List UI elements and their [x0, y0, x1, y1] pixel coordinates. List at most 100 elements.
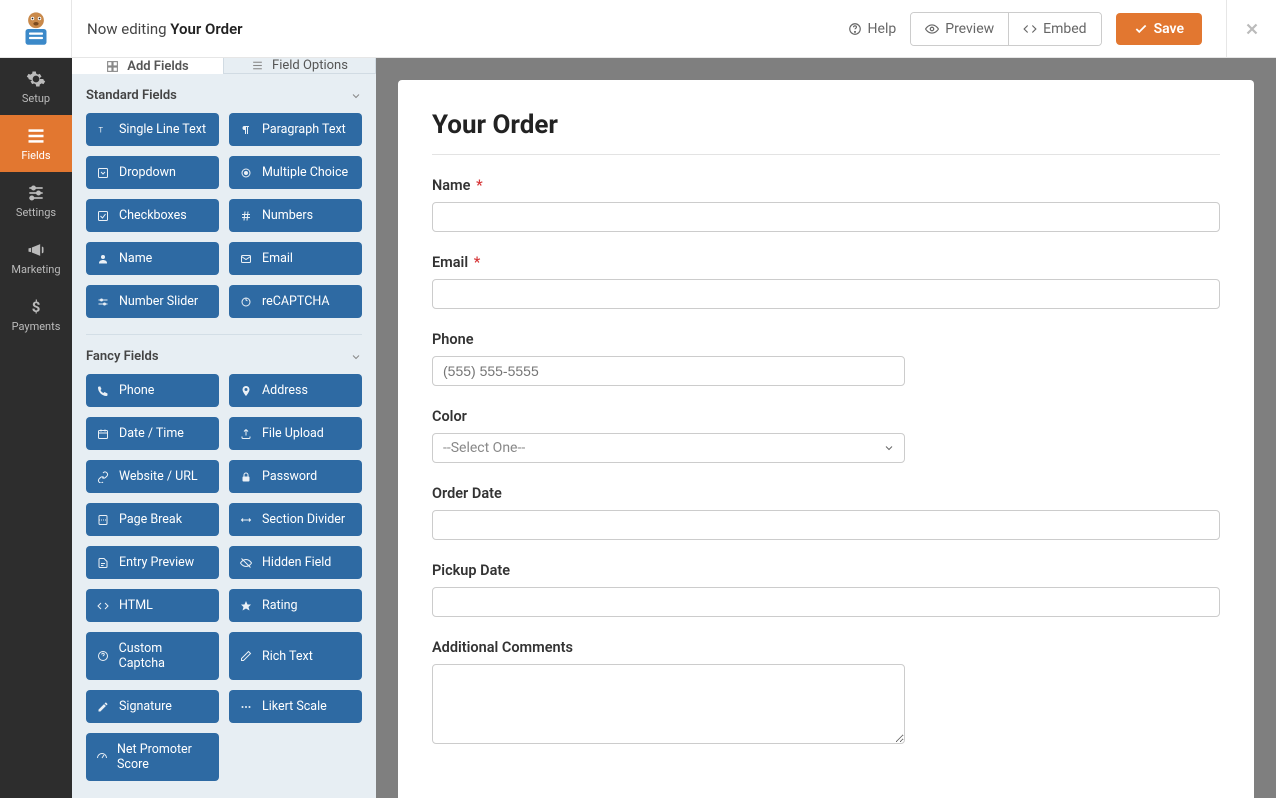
pickup-date-label: Pickup Date: [432, 562, 1220, 579]
nav-fields[interactable]: Fields: [0, 115, 72, 172]
editing-prefix: Now editing: [87, 20, 170, 38]
tab-field-options[interactable]: Field Options: [224, 58, 376, 74]
field-number-slider[interactable]: Number Slider: [86, 285, 219, 318]
preview-button[interactable]: Preview: [911, 13, 1009, 45]
field-website[interactable]: Website / URL: [86, 460, 219, 493]
hash-icon: [239, 210, 253, 222]
top-right-actions: Help Preview Embed Save: [848, 0, 1276, 58]
nav-marketing-label: Marketing: [11, 263, 60, 276]
field-hidden-field[interactable]: Hidden Field: [229, 546, 362, 579]
form-title[interactable]: Your Order: [432, 110, 1220, 140]
email-input[interactable]: [432, 279, 1220, 309]
field-rich-text[interactable]: Rich Text: [229, 632, 362, 680]
field-rating[interactable]: Rating: [229, 589, 362, 622]
save-button[interactable]: Save: [1116, 13, 1202, 45]
eye-icon: [925, 22, 939, 36]
nav-payments[interactable]: $ Payments: [0, 286, 72, 343]
list-icon: [26, 126, 46, 146]
field-file-upload[interactable]: File Upload: [229, 417, 362, 450]
order-date-label: Order Date: [432, 485, 1220, 502]
fancy-fields-label: Fancy Fields: [86, 349, 159, 364]
wpforms-logo-icon: [15, 8, 57, 50]
color-select[interactable]: --Select One--: [432, 433, 905, 463]
field-password[interactable]: Password: [229, 460, 362, 493]
field-comments-preview[interactable]: Additional Comments: [432, 639, 1220, 748]
field-custom-captcha[interactable]: Custom Captcha: [86, 632, 219, 680]
paragraph-icon: [239, 124, 253, 136]
map-pin-icon: [239, 385, 253, 397]
slider-icon: [96, 296, 110, 308]
field-html[interactable]: HTML: [86, 589, 219, 622]
field-multiple-choice[interactable]: Multiple Choice: [229, 156, 362, 189]
field-color-preview[interactable]: Color --Select One--: [432, 408, 1220, 463]
code-icon: [96, 600, 110, 612]
order-date-input[interactable]: [432, 510, 1220, 540]
arrows-h-icon: [239, 514, 253, 526]
field-entry-preview[interactable]: Entry Preview: [86, 546, 219, 579]
page-break-icon: [96, 514, 110, 526]
field-datetime[interactable]: Date / Time: [86, 417, 219, 450]
color-label: Color: [432, 408, 1220, 425]
nav-setup[interactable]: Setup: [0, 58, 72, 115]
field-page-break[interactable]: Page Break: [86, 503, 219, 536]
close-button[interactable]: [1226, 0, 1276, 58]
comments-textarea[interactable]: [432, 664, 905, 744]
field-section-divider[interactable]: Section Divider: [229, 503, 362, 536]
editing-form-name: Your Order: [170, 20, 242, 38]
phone-input[interactable]: [432, 356, 905, 386]
standard-fields-head[interactable]: Standard Fields: [86, 74, 362, 113]
form-canvas[interactable]: Your Order Name * Email * Phone Color --…: [398, 80, 1254, 798]
field-address[interactable]: Address: [229, 374, 362, 407]
calendar-icon: [96, 428, 110, 440]
field-email[interactable]: Email: [229, 242, 362, 275]
tab-field-options-label: Field Options: [272, 58, 348, 73]
sliders-icon: [251, 59, 264, 72]
field-email-preview[interactable]: Email *: [432, 254, 1220, 309]
help-link[interactable]: Help: [848, 21, 897, 37]
field-dropdown[interactable]: Dropdown: [86, 156, 219, 189]
field-order-date-preview[interactable]: Order Date: [432, 485, 1220, 540]
field-paragraph-text[interactable]: Paragraph Text: [229, 113, 362, 146]
field-phone[interactable]: Phone: [86, 374, 219, 407]
standard-fields-grid: TSingle Line Text Paragraph Text Dropdow…: [86, 113, 362, 318]
top-bar: Now editing Your Order Help Preview Embe…: [0, 0, 1276, 58]
form-divider: [432, 154, 1220, 155]
upload-icon: [239, 428, 253, 440]
tab-add-fields-label: Add Fields: [127, 59, 188, 74]
field-likert[interactable]: Likert Scale: [229, 690, 362, 723]
help-icon: [848, 22, 862, 36]
field-phone-preview[interactable]: Phone: [432, 331, 1220, 386]
nav-settings[interactable]: Settings: [0, 172, 72, 229]
nav-payments-label: Payments: [12, 320, 61, 333]
preview-label: Preview: [945, 21, 994, 37]
file-icon: [96, 557, 110, 569]
fancy-fields-grid: Phone Address Date / Time File Upload We…: [86, 374, 362, 781]
field-nps[interactable]: Net Promoter Score: [86, 733, 219, 781]
user-icon: [96, 253, 110, 265]
field-name[interactable]: Name: [86, 242, 219, 275]
field-single-line-text[interactable]: TSingle Line Text: [86, 113, 219, 146]
field-signature[interactable]: Signature: [86, 690, 219, 723]
gauge-icon: [96, 751, 108, 763]
field-pickup-date-preview[interactable]: Pickup Date: [432, 562, 1220, 617]
question-icon: [96, 650, 110, 662]
bullhorn-icon: [26, 240, 46, 260]
tab-add-fields[interactable]: Add Fields: [72, 58, 224, 74]
name-input[interactable]: [432, 202, 1220, 232]
nav-marketing[interactable]: Marketing: [0, 229, 72, 286]
field-name-preview[interactable]: Name *: [432, 177, 1220, 232]
gear-icon: [26, 69, 46, 89]
text-icon: T: [96, 124, 110, 136]
field-numbers[interactable]: Numbers: [229, 199, 362, 232]
fields-panel: Add Fields Field Options Standard Fields…: [72, 58, 376, 798]
panel-body: Standard Fields TSingle Line Text Paragr…: [72, 74, 376, 798]
ellipsis-icon: [239, 701, 253, 713]
embed-button[interactable]: Embed: [1009, 13, 1100, 45]
field-checkboxes[interactable]: Checkboxes: [86, 199, 219, 232]
svg-text:$: $: [32, 298, 41, 316]
field-recaptcha[interactable]: reCAPTCHA: [229, 285, 362, 318]
pickup-date-input[interactable]: [432, 587, 1220, 617]
grid-icon: [106, 60, 119, 73]
lock-icon: [239, 471, 253, 483]
fancy-fields-head[interactable]: Fancy Fields: [86, 335, 362, 374]
